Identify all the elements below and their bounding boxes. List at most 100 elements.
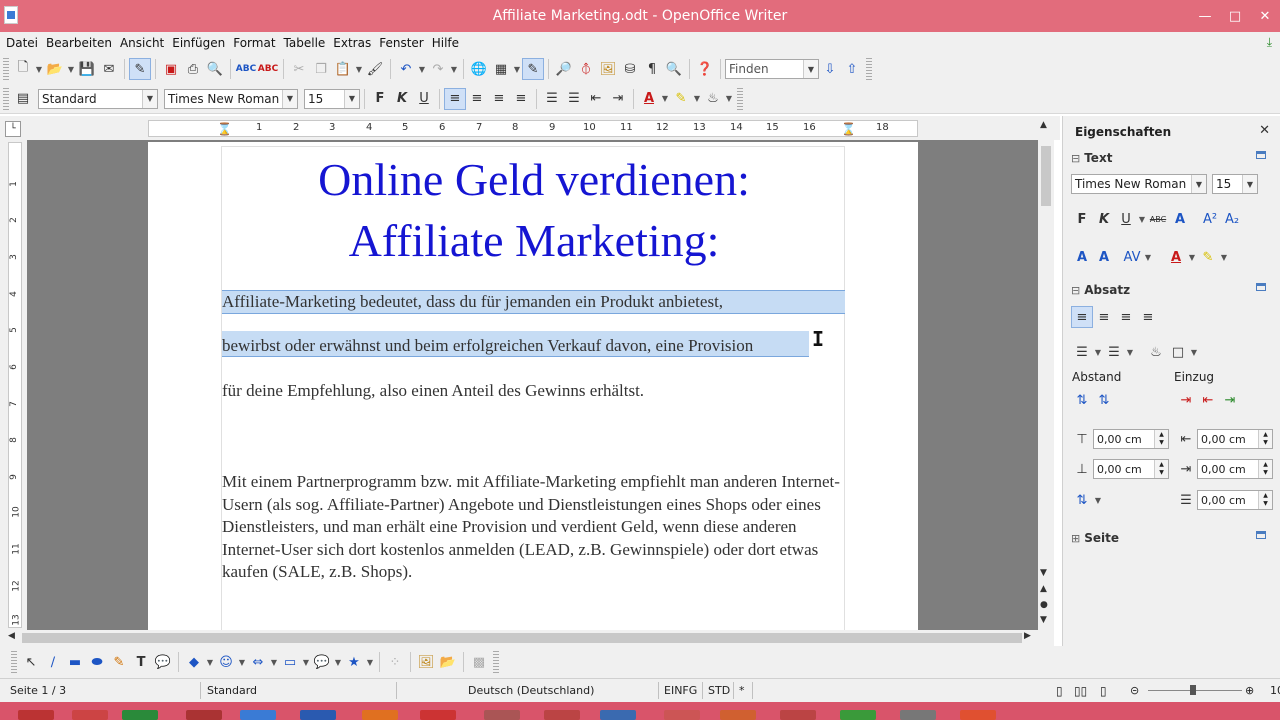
redo-dropdown-icon[interactable]: ▼ — [449, 58, 459, 80]
sidebar-numbering-icon[interactable]: ☰ — [1103, 341, 1125, 363]
new-document-icon[interactable]: 🗋 — [12, 58, 34, 80]
font-size-dropdown-icon[interactable]: ▼ — [344, 89, 359, 108]
numbering-icon[interactable]: ☰ — [541, 88, 563, 110]
find-replace-icon[interactable]: 🔎 — [553, 58, 575, 80]
hanging-indent-icon[interactable]: ⇥ — [1219, 389, 1241, 411]
character-spacing-icon[interactable]: AV — [1121, 246, 1143, 268]
decrease-indent-sidebar-icon[interactable]: ⇤ — [1197, 389, 1219, 411]
from-file-icon[interactable]: 📂 — [437, 651, 459, 673]
scroll-left-icon[interactable]: ◀ — [8, 631, 15, 641]
sidebar-justify-icon[interactable]: ≡ — [1137, 306, 1159, 328]
background-color-dropdown-icon[interactable]: ▼ — [724, 88, 734, 110]
copy-icon[interactable]: ❐ — [310, 58, 332, 80]
stars-icon[interactable]: ★ — [343, 651, 365, 673]
document-page[interactable]: Online Geld verdienen: Affiliate Marketi… — [148, 142, 918, 630]
hyperlink-icon[interactable]: 🌐 — [468, 58, 490, 80]
email-icon[interactable]: ✉ — [98, 58, 120, 80]
autospellcheck-icon[interactable]: ABC — [257, 58, 279, 80]
zoom-in-icon[interactable]: ⊕ — [1245, 684, 1254, 697]
text-more-options-icon[interactable] — [1256, 151, 1266, 159]
taskbar-app-icon[interactable] — [420, 710, 456, 720]
paste-dropdown-icon[interactable]: ▼ — [354, 58, 364, 80]
extrusion-icon[interactable]: ▩ — [468, 651, 490, 673]
horizontal-scrollbar[interactable]: ◀ ▶ — [0, 630, 1054, 646]
undo-dropdown-icon[interactable]: ▼ — [417, 58, 427, 80]
sidebar-underline-icon[interactable]: U — [1115, 208, 1137, 230]
collapse-icon[interactable]: ⊟ — [1071, 152, 1080, 165]
zoom-icon[interactable]: 🔍 — [663, 58, 685, 80]
book-view-icon[interactable]: ▯ — [1100, 684, 1107, 698]
taskbar-app-icon[interactable] — [484, 710, 520, 720]
block-arrows-icon[interactable]: ⇔ — [247, 651, 269, 673]
subscript-icon[interactable]: A₂ — [1221, 208, 1243, 230]
new-dropdown-icon[interactable]: ▼ — [34, 58, 44, 80]
font-name-select[interactable]: Times New Roman ▼ — [164, 88, 298, 109]
data-sources-icon[interactable]: ⛁ — [619, 58, 641, 80]
taskbar-app-icon[interactable] — [544, 710, 580, 720]
paragraph-style-dropdown-icon[interactable]: ▼ — [142, 89, 157, 108]
highlighting-dropdown-icon[interactable]: ▼ — [692, 88, 702, 110]
close-icon[interactable]: ✕ — [1250, 0, 1280, 32]
sidebar-bullets-icon[interactable]: ☰ — [1071, 341, 1093, 363]
ellipse-tool-icon[interactable]: ⬬ — [86, 651, 108, 673]
paragraph-style-select[interactable]: Standard ▼ — [38, 88, 158, 109]
toolbar-grip[interactable] — [3, 58, 9, 80]
below-spacing-field[interactable]: 0,00 cm ▲ ▼ — [1093, 459, 1169, 479]
page-more-options-icon[interactable] — [1256, 531, 1266, 539]
font-color-dropdown-icon[interactable]: ▼ — [660, 88, 670, 110]
superscript-icon[interactable]: A² — [1199, 208, 1221, 230]
sidebar-align-center-icon[interactable]: ≡ — [1093, 306, 1115, 328]
strikethrough-icon[interactable]: ABC — [1147, 208, 1169, 230]
indent-before-field[interactable]: 0,00 cm ▲ ▼ — [1197, 429, 1273, 449]
border-icon[interactable]: □ — [1167, 341, 1189, 363]
paragraph-line[interactable]: für deine Empfehlung, also einen Anteil … — [222, 381, 644, 401]
sidebar-font-color-dropdown-icon[interactable]: ▼ — [1187, 246, 1197, 268]
spin-arrows-icon[interactable]: ▲ ▼ — [1154, 460, 1168, 478]
taskbar-app-icon[interactable] — [240, 710, 276, 720]
taskbar-app-icon[interactable] — [840, 710, 876, 720]
spin-arrows-icon[interactable]: ▲ ▼ — [1154, 430, 1168, 448]
sidebar-bold-icon[interactable]: F — [1071, 208, 1093, 230]
taskbar-app-icon[interactable] — [664, 710, 700, 720]
paste-icon[interactable]: 📋 — [332, 58, 354, 80]
shadow-icon[interactable]: A — [1169, 208, 1191, 230]
zoom-percentage[interactable]: 10 — [1270, 684, 1280, 697]
bullets-icon[interactable]: ☰ — [563, 88, 585, 110]
find-dropdown-icon[interactable]: ▼ — [803, 60, 818, 78]
horizontal-ruler[interactable]: └ ⌛ 1 2 3 4 5 6 7 8 9 10 11 12 13 14 15 … — [0, 116, 1060, 140]
vertical-ruler[interactable]: 1 2 3 4 5 6 7 8 9 10 11 12 13 — [0, 140, 27, 630]
font-color-icon[interactable]: A — [638, 88, 660, 110]
menu-format[interactable]: Format — [229, 36, 279, 50]
single-page-view-icon[interactable]: ▯ — [1056, 684, 1063, 698]
menu-bearbeiten[interactable]: Bearbeiten — [42, 36, 116, 50]
underline-dropdown-icon[interactable]: ▼ — [1137, 208, 1147, 230]
menu-hilfe[interactable]: Hilfe — [428, 36, 463, 50]
numbering-dropdown-icon[interactable]: ▼ — [1125, 341, 1135, 363]
basic-shapes-dropdown-icon[interactable]: ▼ — [205, 651, 215, 673]
spin-arrows-icon[interactable]: ▲ ▼ — [1258, 430, 1272, 448]
indent-after-field[interactable]: 0,00 cm ▲ ▼ — [1197, 459, 1273, 479]
taskbar-app-icon[interactable] — [122, 710, 158, 720]
vertical-scroll-thumb[interactable] — [1041, 146, 1051, 206]
clone-formatting-icon[interactable]: 🖌 — [364, 58, 386, 80]
find-input[interactable]: Finden ▼ — [725, 59, 819, 79]
save-icon[interactable]: 💾 — [76, 58, 98, 80]
font-name-dropdown-icon[interactable]: ▼ — [282, 89, 297, 108]
basic-shapes-icon[interactable]: ◆ — [183, 651, 205, 673]
menu-einfuegen[interactable]: Einfügen — [168, 36, 229, 50]
writer-app-icon[interactable] — [4, 6, 18, 24]
block-arrows-dropdown-icon[interactable]: ▼ — [269, 651, 279, 673]
document-area[interactable]: Online Geld verdienen: Affiliate Marketi… — [27, 140, 1038, 630]
cut-icon[interactable]: ✂ — [288, 58, 310, 80]
symbol-shapes-icon[interactable]: ☺ — [215, 651, 237, 673]
decrease-indent-icon[interactable]: ⇤ — [585, 88, 607, 110]
increase-indent-icon[interactable]: ⇥ — [607, 88, 629, 110]
sidebar-font-size-dropdown-icon[interactable]: ▼ — [1242, 175, 1257, 193]
justify-icon[interactable]: ≡ — [510, 88, 532, 110]
print-preview-icon[interactable]: 🔍 — [204, 58, 226, 80]
update-download-icon[interactable]: ⤓ — [1267, 35, 1272, 50]
line-spacing-icon[interactable]: ⇅ — [1071, 489, 1093, 511]
find-previous-icon[interactable]: ⇧ — [841, 58, 863, 80]
status-language[interactable]: Deutsch (Deutschland) — [468, 684, 594, 697]
taskbar-app-icon[interactable] — [300, 710, 336, 720]
